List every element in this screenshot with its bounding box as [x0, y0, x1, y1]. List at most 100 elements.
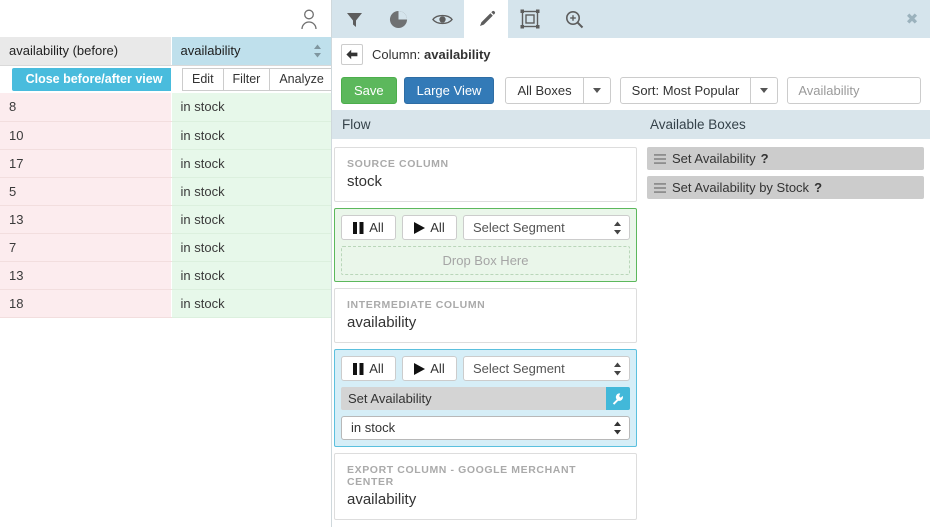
box-search-input[interactable]: Availability	[787, 76, 921, 104]
available-box-set-availability-by-stock[interactable]: Set Availability by Stock ?	[647, 176, 924, 199]
drop-box-here-zone[interactable]: Drop Box Here	[341, 246, 630, 275]
cell-after: in stock	[171, 93, 331, 122]
grid-topbar	[0, 0, 331, 37]
table-row[interactable]: 10 in stock	[0, 121, 331, 150]
panel-section-headers: Flow Available Boxes	[332, 110, 930, 139]
boxes-filter-dropdown: All Boxes	[505, 76, 611, 104]
large-view-button[interactable]: Large View	[403, 76, 495, 104]
table-row[interactable]: 13 in stock	[0, 261, 331, 290]
tab-select-frame[interactable]	[508, 0, 552, 38]
source-select-segment[interactable]: Select Segment	[463, 215, 630, 240]
panel-tabbar: ✖	[332, 0, 930, 38]
cell-after: in stock	[171, 177, 331, 206]
editor-controls: Save Large View All Boxes Sort: Most Pop…	[332, 70, 930, 110]
source-play-all-label: All	[430, 220, 445, 235]
chevron-down-icon	[592, 87, 601, 93]
tab-chart[interactable]	[376, 0, 420, 38]
close-panel-button[interactable]: ✖	[904, 11, 920, 27]
intermediate-column-value: availability	[347, 314, 417, 331]
sort-dropdown: Sort: Most Popular	[619, 76, 779, 104]
wrench-icon	[612, 392, 623, 405]
intermediate-select-segment[interactable]: Select Segment	[463, 356, 630, 381]
data-grid-area: availability (before) availability Close…	[0, 0, 331, 527]
box-settings-button[interactable]	[606, 387, 630, 410]
flow-section-header: Flow	[342, 117, 371, 132]
intermediate-stage: All All Select Segment Set Availability …	[334, 349, 637, 447]
close-before-after-view-button[interactable]: Close before/after view	[12, 67, 171, 91]
drag-handle-icon[interactable]	[654, 182, 666, 193]
cell-before: 7	[0, 233, 172, 262]
available-box-name: Set Availability by Stock	[672, 180, 810, 195]
drag-handle-icon[interactable]	[654, 153, 666, 164]
source-pause-all-button[interactable]: All	[341, 215, 396, 240]
pause-icon	[353, 362, 364, 375]
export-column-card: Export Column - Google Merchant Center a…	[334, 453, 637, 520]
help-icon[interactable]: ?	[761, 151, 769, 166]
source-stage: All All Select Segment Drop Box Here	[334, 208, 637, 282]
available-box-set-availability[interactable]: Set Availability ?	[647, 147, 924, 170]
set-availability-box[interactable]: Set Availability	[341, 387, 630, 410]
breadcrumb-text: Column: availability	[372, 47, 491, 62]
tab-filter[interactable]	[332, 0, 376, 38]
source-column-value: stock	[347, 173, 383, 190]
cell-before: 13	[0, 205, 172, 234]
intermediate-play-all-label: All	[430, 361, 445, 376]
intermediate-column-label: Intermediate Column	[347, 299, 486, 311]
pencil-icon	[479, 10, 495, 26]
table-header-row: availability (before) availability	[0, 37, 331, 66]
table-row[interactable]: 7 in stock	[0, 233, 331, 262]
source-column-label: Source Column	[347, 158, 449, 170]
source-pause-all-label: All	[369, 220, 384, 235]
boxes-filter-caret[interactable]	[583, 76, 611, 104]
play-icon	[414, 221, 426, 234]
filter-button[interactable]: Filter	[222, 67, 271, 91]
source-select-segment-label: Select Segment	[473, 220, 565, 235]
breadcrumb-prefix: Column:	[372, 46, 425, 62]
intermediate-play-all-button[interactable]: All	[402, 356, 457, 381]
cell-before: 13	[0, 261, 172, 290]
table-row[interactable]: 5 in stock	[0, 177, 331, 206]
chevron-down-icon	[760, 87, 769, 93]
edit-button[interactable]: Edit	[182, 67, 224, 91]
availability-value-select[interactable]: in stock	[341, 416, 630, 440]
pie-chart-icon	[389, 10, 407, 28]
cell-before: 18	[0, 289, 172, 318]
column-editor-panel: ✖ Column: availability Save Large View A…	[331, 0, 930, 527]
sort-caret[interactable]	[751, 76, 779, 104]
intermediate-pause-all-button[interactable]: All	[341, 356, 396, 381]
tab-zoom[interactable]	[552, 0, 596, 38]
column-header-availability-label: availability	[180, 43, 241, 59]
analyze-button[interactable]: Analyze	[269, 67, 331, 91]
cell-before: 5	[0, 177, 172, 206]
pause-icon	[353, 221, 364, 234]
sort-label[interactable]: Sort: Most Popular	[619, 76, 752, 104]
user-icon[interactable]	[299, 8, 319, 30]
eye-icon	[431, 14, 453, 24]
source-stage-tools: All All Select Segment	[341, 215, 630, 240]
select-frame-icon	[520, 9, 540, 29]
application-window: availability (before) availability Close…	[0, 0, 930, 527]
breadcrumb-column-name: availability	[424, 46, 491, 62]
table-row[interactable]: 8 in stock	[0, 93, 331, 122]
save-button[interactable]: Save	[341, 76, 397, 104]
intermediate-column-card: Intermediate Column availability	[334, 288, 637, 343]
help-icon[interactable]: ?	[814, 180, 822, 195]
availability-value-label: in stock	[351, 420, 396, 435]
tab-preview[interactable]	[420, 0, 464, 38]
table-row[interactable]: 13 in stock	[0, 205, 331, 234]
column-header-availability[interactable]: availability	[171, 37, 331, 66]
comparison-table: availability (before) availability Close…	[0, 37, 331, 318]
boxes-filter-label[interactable]: All Boxes	[505, 76, 584, 104]
available-box-name: Set Availability	[672, 151, 756, 166]
filter-icon	[346, 12, 362, 27]
table-row[interactable]: 18 in stock	[0, 289, 331, 318]
cell-after: in stock	[171, 261, 331, 290]
source-play-all-button[interactable]: All	[402, 215, 457, 240]
flow-column: Source Column stock All	[332, 147, 643, 526]
column-header-availability-before[interactable]: availability (before)	[0, 37, 172, 66]
sort-arrows-icon[interactable]	[313, 44, 322, 58]
tab-edit[interactable]	[464, 0, 508, 38]
cell-before: 10	[0, 121, 172, 150]
table-row[interactable]: 17 in stock	[0, 149, 331, 178]
back-button[interactable]	[341, 43, 363, 65]
